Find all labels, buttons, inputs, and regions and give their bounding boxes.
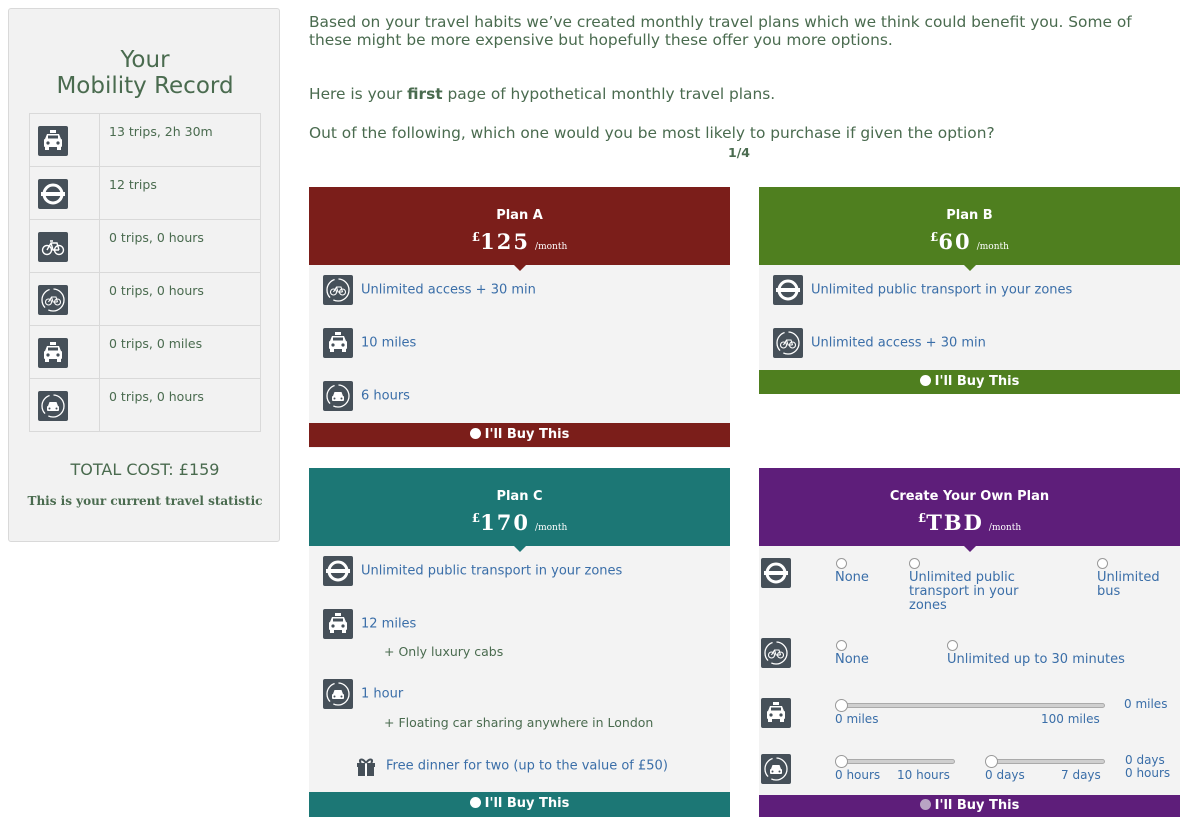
plan-a-row-taxi: 10 miles	[323, 328, 416, 358]
page-indicator: 1/4	[728, 145, 750, 160]
total-cost: TOTAL COST: £159	[70, 460, 220, 479]
plan-c-taxi-note: + Only luxury cabs	[384, 644, 504, 659]
radio-dot-icon	[469, 428, 481, 439]
transport-zones-label: Unlimited public transport in your zones	[909, 570, 1019, 613]
plan-a-header: Plan A £125 /month	[309, 187, 730, 271]
car-hours-value: 0 hours	[1125, 766, 1171, 780]
plan-c-row-transport: Unlimited public transport in your zones	[323, 556, 622, 586]
car-days-min: 0 days	[985, 768, 1025, 782]
transport-none-label: None	[835, 570, 869, 585]
car-days-max: 7 days	[1061, 768, 1101, 782]
plan-b-card: Plan B £60 /month Unlimited public trans…	[759, 187, 1180, 394]
underground-icon	[761, 558, 791, 588]
car-days-slider-handle[interactable]	[985, 755, 998, 768]
gift-icon	[354, 754, 378, 778]
plan-b-row-bike: Unlimited access + 30 min	[773, 328, 986, 358]
plan-a-buy-button[interactable]: I'll Buy This	[309, 423, 730, 447]
car-hours-min: 0 hours	[835, 768, 881, 782]
taxi-icon	[38, 126, 68, 156]
bike-share-icon	[761, 638, 791, 668]
plan-a-card: Plan A £125 /month Unlimited access + 30…	[309, 187, 730, 448]
plan-c-buy-button[interactable]: I'll Buy This	[309, 792, 730, 817]
plan-c-header: Plan C £170 /month	[309, 468, 730, 552]
intro-text: Based on your travel habits we’ve create…	[309, 13, 1179, 142]
plan-a-name: Plan A	[496, 208, 543, 223]
car-share-icon	[38, 391, 68, 421]
plan-c-row-taxi: 12 miles	[323, 609, 416, 639]
record-row-taxi-miles: 0 trips, 0 miles	[29, 325, 261, 379]
intro-line-1: Based on your travel habits we’ve create…	[309, 13, 1132, 49]
custom-plan-name: Create Your Own Plan	[889, 489, 1050, 504]
taxi-icon	[38, 338, 68, 368]
plan-c-price: £170 /month	[471, 510, 568, 535]
intro-line-2: Here is your first page of hypothetical …	[309, 85, 776, 103]
bike-share-icon	[38, 285, 68, 315]
bicycle-icon	[38, 232, 68, 262]
underground-icon	[38, 179, 68, 209]
taxi-icon	[761, 698, 791, 728]
bike-none-radio[interactable]	[836, 640, 847, 651]
record-row-underground: 12 trips	[29, 166, 261, 220]
plan-b-header: Plan B £60 /month	[759, 187, 1180, 271]
transport-none-radio[interactable]	[836, 558, 847, 569]
car-share-icon	[761, 754, 791, 784]
plan-c-name: Plan C	[496, 489, 543, 504]
mobility-record-panel: Your Mobility Record 13 trips, 2h 30m 12…	[8, 8, 280, 542]
transport-zones-radio[interactable]	[909, 558, 920, 569]
car-share-icon	[323, 381, 353, 411]
plan-c-car-note: + Floating car sharing anywhere in Londo…	[384, 715, 654, 730]
plan-c-card: Plan C £170 /month Unlimited public tran…	[309, 468, 730, 817]
plan-a-row-bike: Unlimited access + 30 min	[323, 275, 536, 305]
radio-dot-icon	[919, 799, 931, 810]
radio-dot-icon	[919, 375, 931, 386]
custom-plan-buy-button[interactable]: I'll Buy This	[759, 795, 1180, 817]
custom-plan-price: £TBD /month	[917, 510, 1022, 535]
plan-b-buy-button[interactable]: I'll Buy This	[759, 370, 1180, 394]
taxi-icon	[323, 328, 353, 358]
bike-30min-radio[interactable]	[947, 640, 958, 651]
taxi-slider-min: 0 miles	[835, 712, 879, 726]
taxi-slider-max: 100 miles	[1041, 712, 1100, 726]
car-share-icon	[323, 679, 353, 709]
transport-bus-label: Unlimited bus	[1097, 570, 1160, 599]
custom-plan-header: Create Your Own Plan £TBD /month	[759, 468, 1180, 552]
bike-share-icon	[773, 328, 803, 358]
taxi-icon	[323, 609, 353, 639]
custom-plan-card: Create Your Own Plan £TBD /month None Un…	[759, 468, 1180, 817]
mobility-record-table: 13 trips, 2h 30m 12 trips 0 trips, 0 hou…	[29, 113, 261, 432]
plan-b-price: £60 /month	[930, 229, 1009, 254]
taxi-miles-slider[interactable]	[837, 703, 1105, 708]
taxi-miles-slider-handle[interactable]	[835, 699, 848, 712]
plan-a-price: £125 /month	[471, 229, 568, 254]
car-hours-slider[interactable]	[837, 759, 955, 764]
car-days-value: 0 days	[1125, 753, 1165, 767]
bike-none-label: None	[835, 652, 869, 667]
mobility-record-title: Your Mobility Record	[56, 47, 234, 99]
bike-share-icon	[323, 275, 353, 305]
underground-icon	[773, 275, 803, 305]
record-row-taxi: 13 trips, 2h 30m	[29, 113, 261, 167]
car-hours-max: 10 hours	[897, 768, 950, 782]
underground-icon	[323, 556, 353, 586]
radio-dot-icon	[469, 797, 481, 808]
plan-b-name: Plan B	[946, 208, 993, 223]
plan-c-row-car-share: 1 hour	[323, 679, 403, 709]
statistic-note: This is your current travel statistic	[27, 494, 263, 508]
bike-30min-label: Unlimited up to 30 minutes	[947, 652, 1125, 667]
intro-question: Out of the following, which one would yo…	[309, 124, 995, 142]
transport-bus-radio[interactable]	[1097, 558, 1108, 569]
record-row-bicycle: 0 trips, 0 hours	[29, 219, 261, 273]
car-days-slider[interactable]	[987, 759, 1105, 764]
taxi-slider-value: 0 miles	[1124, 697, 1168, 711]
plan-b-row-transport: Unlimited public transport in your zones	[773, 275, 1072, 305]
record-row-car-share: 0 trips, 0 hours	[29, 378, 261, 432]
plan-a-row-car-share: 6 hours	[323, 381, 410, 411]
car-hours-slider-handle[interactable]	[835, 755, 848, 768]
record-row-bike-share: 0 trips, 0 hours	[29, 272, 261, 326]
plan-c-row-gift: Free dinner for two (up to the value of …	[354, 754, 668, 778]
